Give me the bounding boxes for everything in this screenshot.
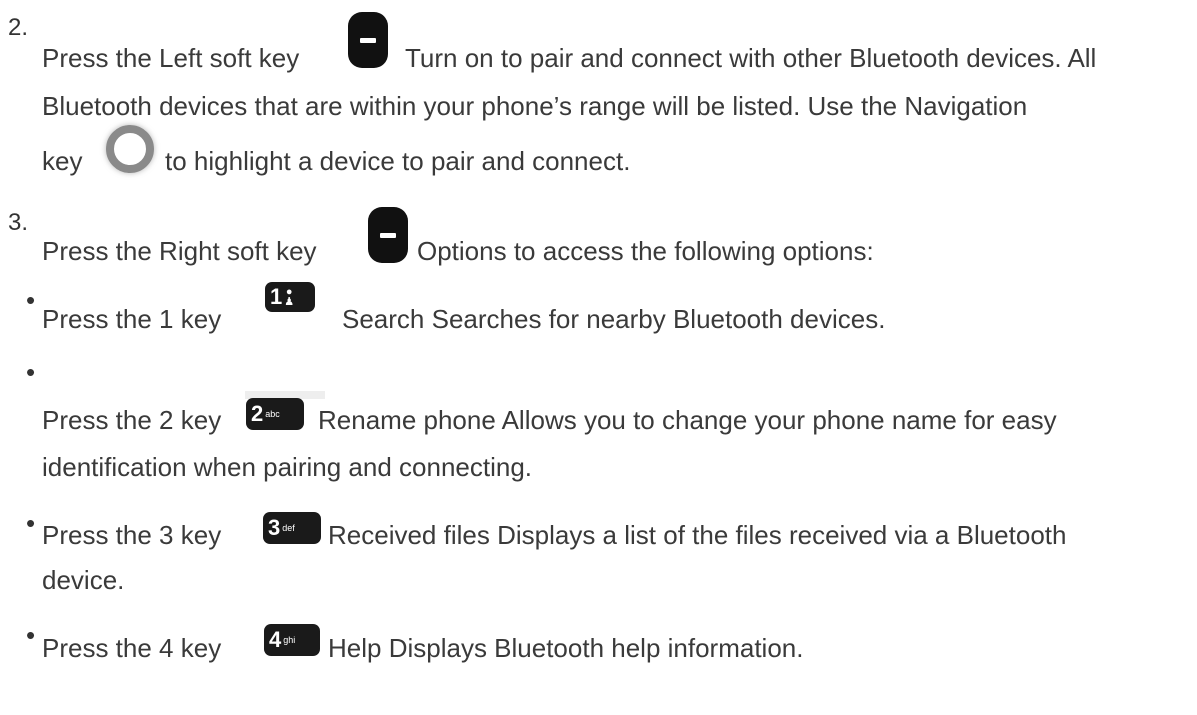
bullet: •: [26, 285, 36, 315]
bullet: •: [26, 357, 36, 387]
left-soft-key-icon: [348, 12, 388, 68]
bullet: •: [26, 620, 36, 650]
option-4-press-key: Press the 4 key: [42, 633, 222, 663]
step-3-number: 3.: [8, 209, 29, 236]
option-3-description-cont: device.: [42, 565, 125, 595]
key-2-digit: 2: [251, 401, 264, 426]
step-3-text-right-soft-key: Press the Right soft key: [42, 236, 317, 266]
key-1-symbol: ● ♟: [284, 286, 295, 308]
option-2-description-cont: identification when pairing and connecti…: [42, 452, 533, 482]
option-3-press-key: Press the 3 key: [42, 520, 222, 550]
option-2-description: Rename phone Allows you to change your p…: [318, 405, 1057, 435]
navigation-key-icon: [106, 125, 154, 173]
key-3-icon: 3 def: [263, 512, 321, 544]
step-2-text-bluetooth-range: Bluetooth devices that are within your p…: [42, 91, 1028, 121]
key-3-digit: 3: [268, 515, 281, 540]
key-2-icon: 2 abc: [246, 398, 304, 430]
option-1-press-key: Press the 1 key: [42, 304, 222, 334]
step-3-text-options: Options to access the following options:: [417, 236, 874, 266]
key-4-digit: 4: [269, 627, 282, 652]
option-1-description: Search Searches for nearby Bluetooth dev…: [342, 304, 886, 334]
right-soft-key-icon: [368, 207, 408, 263]
step-2-text-turn-on: Turn on to pair and connect with other B…: [405, 43, 1097, 73]
key-3-letters: def: [282, 522, 295, 533]
option-4-description: Help Displays Bluetooth help information…: [328, 633, 804, 663]
key-1-digit: 1: [270, 284, 283, 309]
step-2-text-left-soft-key: Press the Left soft key: [42, 43, 300, 73]
key-2-letters: abc: [265, 408, 280, 419]
key-1-icon: 1 ● ♟: [265, 282, 315, 312]
step-2-text-key: key: [42, 146, 83, 176]
bullet: •: [26, 508, 36, 538]
step-2-text-highlight-device: to highlight a device to pair and connec…: [165, 146, 631, 176]
option-3-description: Received files Displays a list of the fi…: [328, 520, 1067, 550]
key-4-icon: 4 ghi: [264, 624, 320, 656]
key-4-letters: ghi: [283, 634, 296, 645]
step-2-number: 2.: [8, 14, 29, 41]
option-2-press-key: Press the 2 key: [42, 405, 222, 435]
